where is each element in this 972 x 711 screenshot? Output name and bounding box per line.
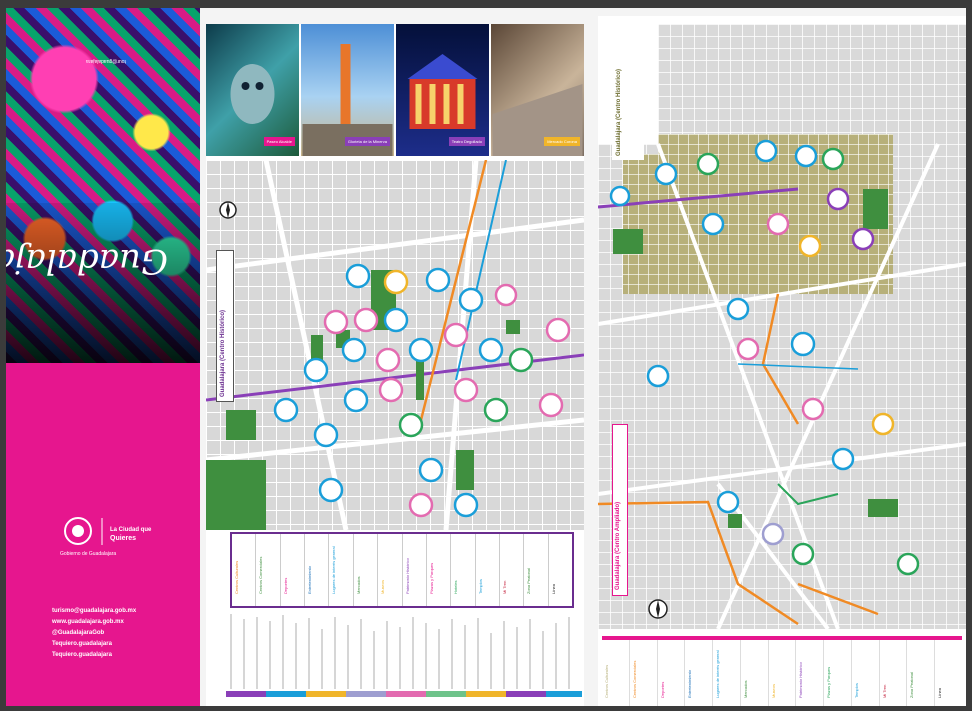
legend-item: Línea xyxy=(550,583,556,594)
legend-item: Línea xyxy=(937,687,943,698)
legend-item: Zona Peatonal xyxy=(524,534,549,606)
compass-icon xyxy=(648,599,668,619)
brand-logo: Guadalajara xyxy=(6,241,168,281)
legend-item: Plazas y Parques xyxy=(427,534,452,606)
legend-item: Mercados xyxy=(354,534,379,606)
street-map-centro xyxy=(206,160,584,530)
legend-item: Entretenimiento xyxy=(685,640,714,706)
map-title-centro: Guadalajara (Centro Histórico) xyxy=(220,309,226,397)
brand-slogan: La Ciudad que xyxy=(110,527,152,533)
legend-item: Zona Peatonal xyxy=(907,640,936,706)
legend-item: Patrimonio Histórico xyxy=(796,640,825,706)
legend-item: Mi Tren xyxy=(500,534,525,606)
brochure-sheet: tour@guadalajara Guadalajara La Ciudad q… xyxy=(6,8,966,706)
svg-text:Gobierno de Guadalajara: Gobierno de Guadalajara xyxy=(60,551,116,557)
map-title-ampliado: Guadalajara (Centro Ampliado) xyxy=(615,501,621,590)
brand-header-text: tour@guadalajara xyxy=(86,58,126,64)
legend-item: Centros Culturales xyxy=(602,640,630,706)
svg-text:Quieres: Quieres xyxy=(110,535,136,542)
government-seal-icon: La Ciudad que Quieres Gobierno de Guadal… xyxy=(60,517,152,557)
contact-instagram[interactable]: Tequiero.guadalajara xyxy=(52,650,192,661)
photo-mercado: Mercado Corona xyxy=(491,24,584,156)
contact-website[interactable]: www.guadalajara.gob.mx xyxy=(52,617,192,628)
legend-ampliado: Centros Culturales Centros Comerciales D… xyxy=(602,636,962,706)
contact-facebook[interactable]: Tequiero.guadalajara xyxy=(52,639,192,650)
map-centro-ampliado[interactable]: Guadalajara (Centro Histórico) Guadalaja… xyxy=(598,24,966,629)
centro-ampliado-panel: Guadalajara (Centro Histórico) Guadalaja… xyxy=(598,16,966,706)
legend-item: Templos xyxy=(476,534,500,606)
legend-item: Patrimonio Histórico xyxy=(403,534,427,606)
photo-teatro: Teatro Degollado xyxy=(396,24,489,156)
index-list-centro xyxy=(226,609,582,699)
legend-item: Hoteles xyxy=(451,534,476,606)
legend-item: Templos xyxy=(852,640,880,706)
photo-strip: Paseo Alcalde Glorieta de la Minerva Tea… xyxy=(206,24,584,156)
legend-item: Deportes xyxy=(658,640,686,706)
legend-item: Mi Tren xyxy=(880,640,908,706)
legend-item: Lugares de interés general xyxy=(713,640,741,706)
side-title-historico: Guadalajara (Centro Histórico) xyxy=(616,68,622,156)
contact-list: turismo@guadalajara.gob.mx www.guadalaja… xyxy=(52,606,192,661)
legend-item: Museos xyxy=(769,640,797,706)
legend-item: Plazas y Parques xyxy=(824,640,852,706)
contact-social[interactable]: @GuadalajaraGob xyxy=(52,628,192,639)
centro-historico-panel: Paseo Alcalde Glorieta de la Minerva Tea… xyxy=(206,24,584,706)
legend-item: Lugares de interés general xyxy=(329,534,354,606)
legend-item: Entretenimiento xyxy=(305,534,330,606)
brand-panel: tour@guadalajara Guadalajara La Ciudad q… xyxy=(6,8,200,706)
legend-item: Centros Comerciales xyxy=(256,534,281,606)
photo-paseo-alcalde: Paseo Alcalde xyxy=(206,24,299,156)
legend-item: Deportes xyxy=(281,534,306,606)
legend-item: Museos xyxy=(378,534,403,606)
legend-item: Mercados xyxy=(741,640,769,706)
legend-item: Centros Culturales xyxy=(232,534,257,606)
compass-icon xyxy=(219,201,237,219)
photo-minerva: Glorieta de la Minerva xyxy=(301,24,394,156)
contact-email[interactable]: turismo@guadalajara.gob.mx xyxy=(52,606,192,617)
street-map-ampliado xyxy=(598,24,966,629)
legend-item: Centros Comerciales xyxy=(630,640,658,706)
legend-centro: Centros Culturales Centros Comerciales D… xyxy=(230,532,574,608)
map-centro-historico[interactable]: Guadalajara (Centro Histórico) xyxy=(206,160,584,530)
